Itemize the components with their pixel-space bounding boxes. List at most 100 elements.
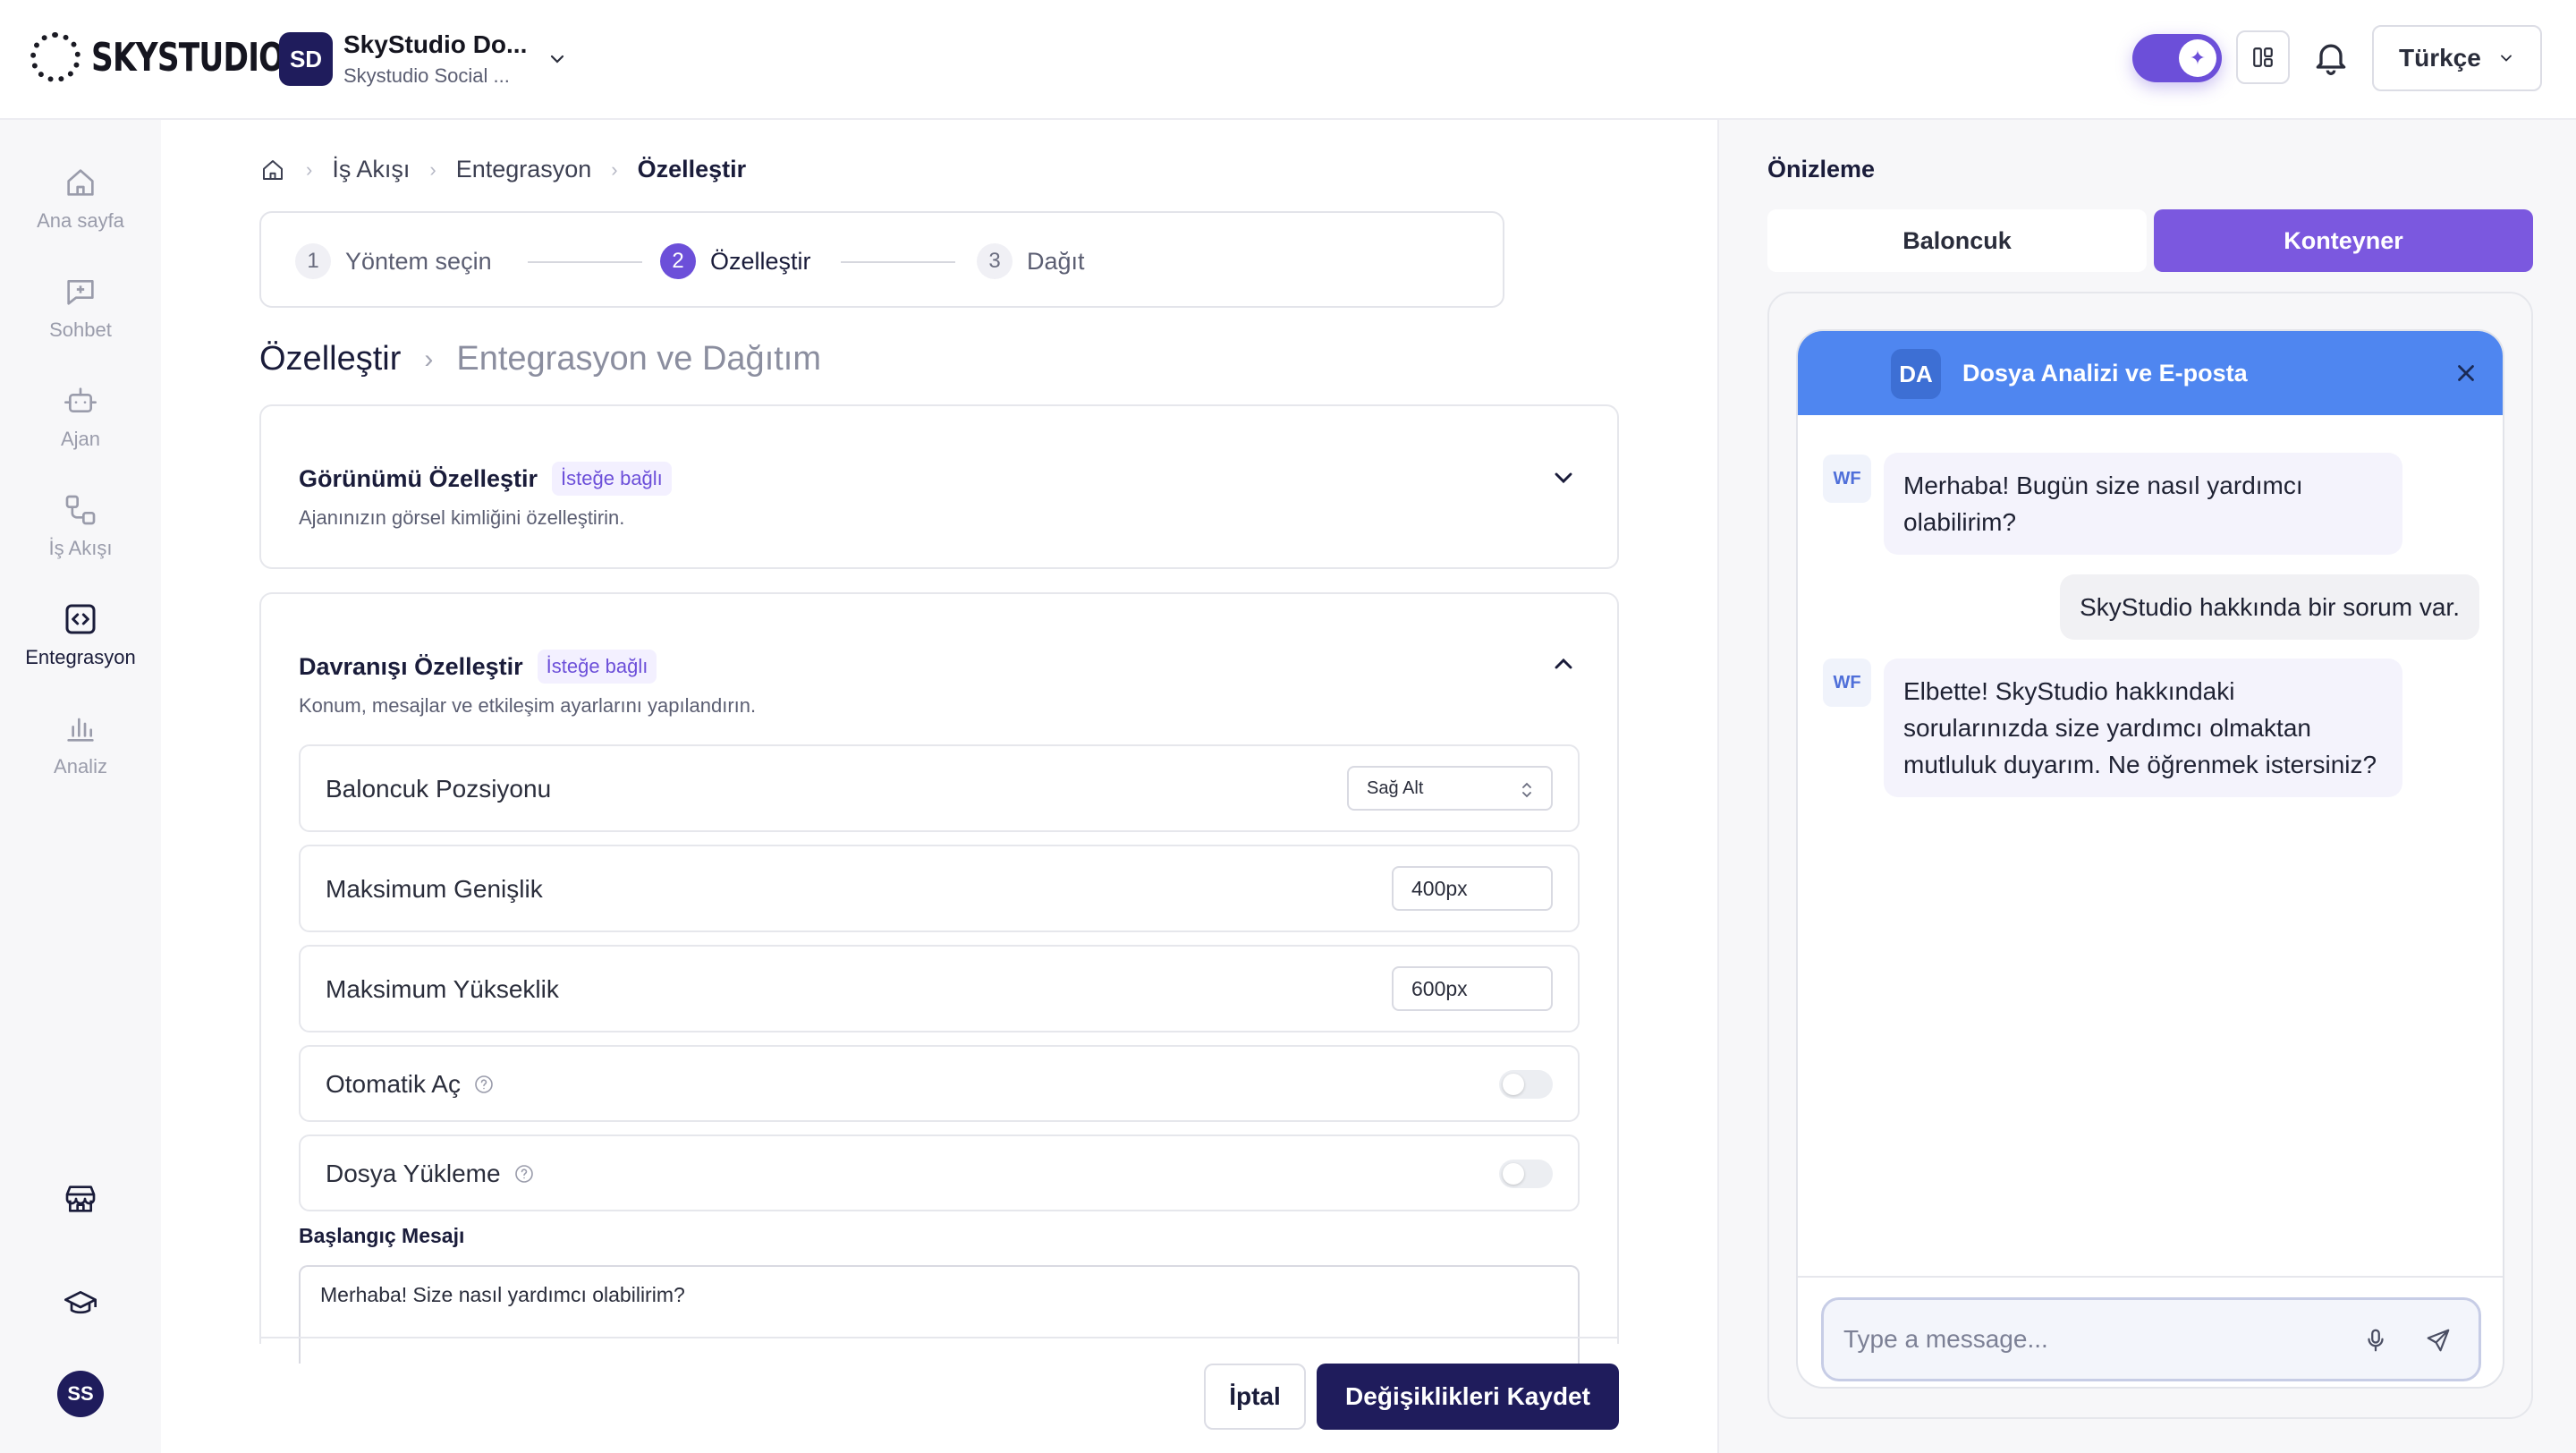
ai-mode-toggle[interactable]: ✦ xyxy=(2132,34,2222,82)
bubble-position-row: Baloncuk Pozsiyonu Sağ Alt xyxy=(299,744,1580,832)
close-icon[interactable] xyxy=(2453,360,2479,387)
optional-badge: İsteğe bağlı xyxy=(552,462,672,496)
step-label: Özelleştir xyxy=(710,247,811,275)
bell-icon[interactable] xyxy=(2311,38,2351,77)
chevron-down-icon[interactable] xyxy=(1549,463,1578,492)
sidebar-item-workflow[interactable]: İş Akışı xyxy=(0,492,161,560)
workspace-switcher[interactable]: SD SkyStudio Do... Skystudio Social ... xyxy=(279,30,568,88)
save-button[interactable]: Değişiklikleri Kaydet xyxy=(1317,1364,1619,1430)
sidebar-item-home[interactable]: Ana sayfa xyxy=(0,165,161,233)
step-3[interactable]: 3 Dağıt xyxy=(977,243,1085,279)
user-message: SkyStudio hakkında bir sorum var. xyxy=(2060,574,2479,640)
step-number: 1 xyxy=(295,243,331,279)
chevron-up-icon[interactable] xyxy=(1549,650,1578,678)
chat-input-area: Type a message... xyxy=(1798,1276,2503,1387)
appearance-card[interactable]: Görünümü Özelleştir İsteğe bağlı Ajanını… xyxy=(259,404,1619,569)
chat-message-input[interactable]: Type a message... xyxy=(1821,1297,2481,1381)
workspace-name: SkyStudio Do... xyxy=(343,30,528,58)
setting-label: Baloncuk Pozsiyonu xyxy=(326,775,552,803)
bubble-position-select[interactable]: Sağ Alt xyxy=(1347,766,1553,811)
sidebar-item-chat[interactable]: Sohbet xyxy=(0,274,161,342)
sidebar-item-agent[interactable]: Ajan xyxy=(0,383,161,451)
start-message-label: Başlangıç Mesajı xyxy=(299,1224,465,1247)
sidebar-item-label: Analiz xyxy=(54,755,107,777)
toggle-knob xyxy=(1503,1074,1524,1095)
breadcrumb-current: Özelleştir xyxy=(637,156,747,183)
breadcrumb-item[interactable]: İş Akışı xyxy=(332,156,410,183)
store-icon[interactable] xyxy=(63,1181,98,1217)
page-title-current: Özelleştir xyxy=(259,340,402,378)
file-upload-toggle[interactable] xyxy=(1499,1160,1553,1188)
setting-label: Maksimum Genişlik xyxy=(326,875,543,903)
preview-panel: Önizleme Baloncuk Konteyner DA Dosya Ana… xyxy=(1717,120,2576,1453)
home-icon[interactable] xyxy=(259,157,286,183)
step-2[interactable]: 2 Özelleştir xyxy=(660,243,811,279)
home-icon xyxy=(67,169,94,196)
bot-avatar: WF xyxy=(1823,659,1871,707)
step-label: Dağıt xyxy=(1027,247,1085,275)
max-height-row: Maksimum Yükseklik 600px xyxy=(299,945,1580,1032)
step-1[interactable]: 1 Yöntem seçin xyxy=(295,243,492,279)
help-icon[interactable] xyxy=(473,1074,495,1095)
card-title: Davranışı Özelleştir İsteğe bağlı xyxy=(299,650,657,684)
robot-icon xyxy=(64,387,97,412)
cancel-button[interactable]: İptal xyxy=(1204,1364,1306,1430)
card-subtitle: Ajanınızın görsel kimliğini özelleştirin… xyxy=(299,506,625,529)
graduation-cap-icon[interactable] xyxy=(63,1285,98,1321)
sidebar-item-label: Sohbet xyxy=(49,319,112,341)
step-connector xyxy=(528,261,642,263)
max-height-input[interactable]: 600px xyxy=(1392,966,1553,1011)
auto-open-row: Otomatik Aç xyxy=(299,1045,1580,1122)
sparkle-icon: ✦ xyxy=(2179,39,2216,77)
sidebar-item-analytics[interactable]: Analiz xyxy=(0,710,161,778)
page-title-next[interactable]: Entegrasyon ve Dağıtım xyxy=(456,340,821,378)
auto-open-toggle[interactable] xyxy=(1499,1070,1553,1099)
layout-button[interactable] xyxy=(2236,30,2290,84)
help-icon[interactable] xyxy=(513,1163,535,1185)
preview-title: Önizleme xyxy=(1767,156,1876,183)
send-icon[interactable] xyxy=(2425,1327,2452,1354)
chevron-right-icon: › xyxy=(429,157,436,181)
max-width-input[interactable]: 400px xyxy=(1392,866,1553,911)
page-title: Özelleştir › Entegrasyon ve Dağıtım xyxy=(259,340,821,378)
language-select[interactable]: Türkçe xyxy=(2372,25,2542,91)
setting-label-text: Dosya Yükleme xyxy=(326,1160,501,1187)
step-number: 2 xyxy=(660,243,696,279)
setting-label: Otomatik Aç xyxy=(326,1070,495,1099)
sidebar-item-integration[interactable]: Entegrasyon xyxy=(0,601,161,669)
chevron-right-icon: › xyxy=(611,157,618,181)
chat-title: Dosya Analizi ve E-posta xyxy=(1962,360,2248,387)
stepper: 1 Yöntem seçin 2 Özelleştir 3 Dağıt xyxy=(259,211,1504,308)
toggle-knob xyxy=(1503,1163,1524,1185)
card-title: Görünümü Özelleştir İsteğe bağlı xyxy=(299,462,672,496)
breadcrumb-item[interactable]: Entegrasyon xyxy=(456,156,592,183)
language-label: Türkçe xyxy=(2399,44,2481,72)
step-connector xyxy=(841,261,955,263)
logo-text: SKYSTUDIO xyxy=(91,34,284,81)
tab-bubble[interactable]: Baloncuk xyxy=(1767,209,2147,272)
tab-container[interactable]: Konteyner xyxy=(2154,209,2533,272)
sidebar-item-label: Ajan xyxy=(60,428,101,450)
setting-label-text: Otomatik Aç xyxy=(326,1070,461,1098)
setting-label: Maksimum Yükseklik xyxy=(326,975,559,1003)
chevron-down-icon[interactable] xyxy=(547,48,568,70)
card-subtitle: Konum, mesajlar ve etkileşim ayarlarını … xyxy=(299,694,757,717)
sidebar: Ana sayfa Sohbet Ajan İş Akışı Entegrasy… xyxy=(0,120,161,1453)
user-avatar[interactable]: SS xyxy=(57,1371,104,1417)
bar-chart-icon xyxy=(67,718,94,742)
chevron-right-icon: › xyxy=(424,344,434,374)
chat-header: DA Dosya Analizi ve E-posta xyxy=(1798,331,2503,415)
bot-avatar: WF xyxy=(1823,455,1871,503)
optional-badge: İsteğe bağlı xyxy=(537,650,657,684)
bot-message: Merhaba! Bugün size nasıl yardımcı olabi… xyxy=(1884,453,2402,555)
bot-message: Elbette! SkyStudio hakkındaki sorularını… xyxy=(1884,659,2402,797)
chevron-right-icon: › xyxy=(306,157,313,181)
microphone-icon[interactable] xyxy=(2362,1327,2389,1354)
start-message-textarea[interactable]: Merhaba! Size nasıl yardımcı olabilirim? xyxy=(299,1265,1580,1364)
card-title-text: Görünümü Özelleştir xyxy=(299,464,538,492)
file-upload-row: Dosya Yükleme xyxy=(299,1134,1580,1211)
card-title-text: Davranışı Özelleştir xyxy=(299,652,523,680)
layout-icon xyxy=(2253,47,2273,67)
max-width-row: Maksimum Genişlik 400px xyxy=(299,845,1580,932)
breadcrumb: › İş Akışı › Entegrasyon › Özelleştir xyxy=(259,156,746,183)
